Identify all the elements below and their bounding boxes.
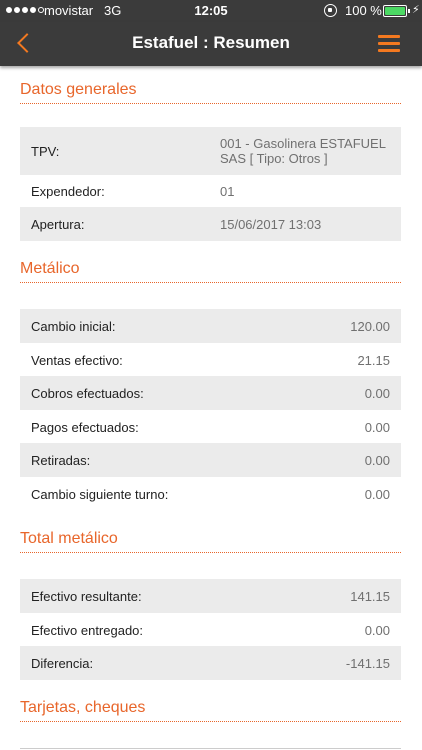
- row-label: TPV:: [31, 144, 60, 159]
- row-cambio-siguiente-turno: Cambio siguiente turno: 0.00: [20, 477, 401, 511]
- page-title: Estafuel : Resumen: [132, 33, 290, 52]
- navigation-bar: Estafuel : Resumen: [0, 22, 422, 66]
- row-label: Cobros efectuados:: [31, 386, 144, 401]
- app-screen: movistar 3G 12:05 100 % ⚡ Estafuel : Res…: [0, 0, 422, 750]
- row-value: 001 - Gasolinera ESTAFUEL SAS [ Tipo: Ot…: [220, 136, 386, 166]
- row-value: 141.15: [350, 589, 390, 604]
- row-label: Ventas efectivo:: [31, 353, 123, 368]
- row-expendedor: Expendedor: 01: [20, 174, 401, 208]
- section-header-metalico: Metálico: [20, 260, 401, 283]
- row-cambio-inicial: Cambio inicial: 120.00: [20, 309, 401, 343]
- hamburger-menu-icon[interactable]: [378, 35, 400, 53]
- row-value: 0.00: [364, 386, 390, 401]
- row-label: Efectivo entregado:: [31, 623, 144, 638]
- row-value: 0.00: [364, 453, 390, 468]
- row-value: -141.15: [345, 656, 390, 671]
- battery-percent: 100 %: [345, 3, 382, 18]
- section-header-total-metalico: Total metálico: [20, 530, 401, 553]
- charging-icon: ⚡: [412, 4, 420, 16]
- row-value: 01: [220, 184, 235, 199]
- section-header-datos-generales: Datos generales: [20, 81, 401, 104]
- row-label: Diferencia:: [31, 656, 94, 671]
- row-label: Retiradas:: [31, 453, 91, 468]
- divider: [20, 748, 401, 749]
- row-value: 0.00: [364, 487, 390, 502]
- section-header-tarjetas-cheques: Tarjetas, cheques: [20, 699, 401, 722]
- battery-icon: [383, 5, 407, 17]
- row-label: Efectivo resultante:: [31, 589, 142, 604]
- row-value: 15/06/2017 13:03: [220, 217, 322, 232]
- battery-tip: [408, 9, 410, 13]
- row-label: Cambio siguiente turno:: [31, 487, 169, 502]
- row-retiradas: Retiradas: 0.00: [20, 443, 401, 477]
- row-apertura: Apertura: 15/06/2017 13:03: [20, 207, 401, 241]
- row-label: Expendedor:: [31, 184, 105, 199]
- row-value: 0.00: [364, 420, 390, 435]
- row-cobros-efectuados: Cobros efectuados: 0.00: [20, 376, 401, 410]
- row-efectivo-entregado: Efectivo entregado: 0.00: [20, 613, 401, 647]
- row-label: Apertura:: [31, 217, 85, 232]
- row-value: 0.00: [364, 623, 390, 638]
- row-label: Cambio inicial:: [31, 319, 116, 334]
- orientation-lock-icon: [324, 4, 337, 17]
- row-ventas-efectivo: Ventas efectivo: 21.15: [20, 343, 401, 377]
- status-bar: movistar 3G 12:05 100 % ⚡: [0, 0, 422, 22]
- row-efectivo-resultante: Efectivo resultante: 141.15: [20, 579, 401, 613]
- row-label: Pagos efectuados:: [31, 420, 139, 435]
- row-diferencia: Diferencia: -141.15: [20, 646, 401, 680]
- row-value: 21.15: [357, 353, 390, 368]
- row-value: 120.00: [350, 319, 390, 334]
- row-tpv: TPV: 001 - Gasolinera ESTAFUEL SAS [ Tip…: [20, 127, 401, 175]
- row-pagos-efectuados: Pagos efectuados: 0.00: [20, 410, 401, 444]
